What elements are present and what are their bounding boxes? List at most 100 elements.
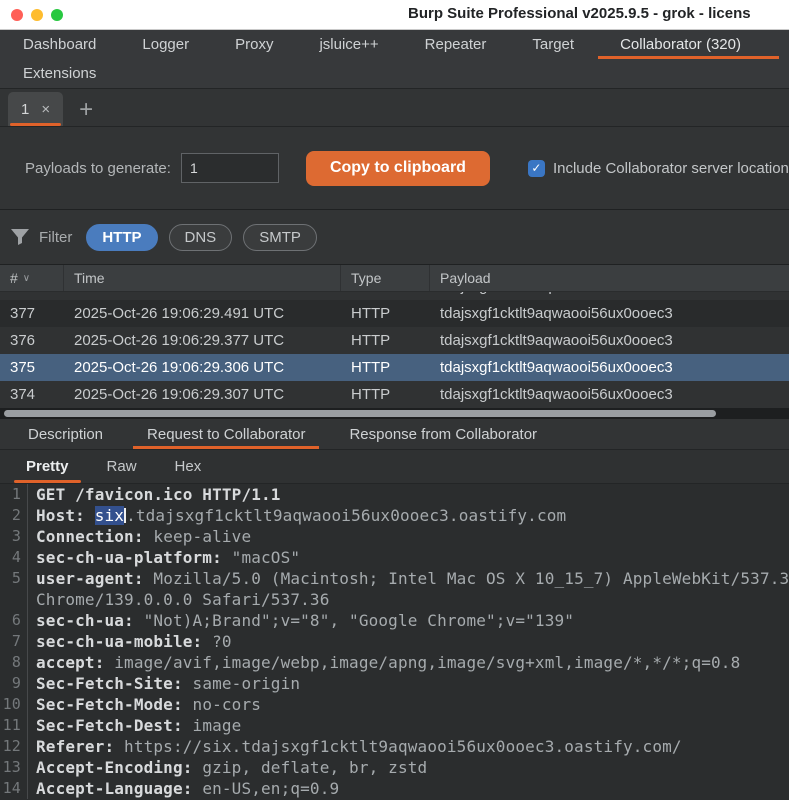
request-editor: 1GET /favicon.ico HTTP/1.12Host: six.tda… (0, 484, 789, 800)
cell-type: HTTP (341, 386, 430, 403)
nav-tab-collaborator-320[interactable]: Collaborator (320) (606, 30, 755, 59)
editor-line: 1GET /favicon.ico HTTP/1.1 (0, 484, 789, 505)
editor-line: 14Accept-Language: en-US,en;q=0.9 (0, 778, 789, 799)
filter-funnel-icon (10, 228, 30, 246)
editor-lines: 1GET /favicon.ico HTTP/1.12Host: six.tda… (0, 484, 789, 799)
filter-pill-dns[interactable]: DNS (169, 224, 233, 251)
editor-line: 11Sec-Fetch-Dest: image (0, 715, 789, 736)
nav-tab-target[interactable]: Target (518, 30, 588, 59)
tab-description[interactable]: Description (14, 419, 117, 449)
code-text[interactable]: user-agent: Mozilla/5.0 (Macintosh; Inte… (28, 568, 789, 589)
line-number: 4 (0, 547, 28, 568)
table-header: # ∨ Time Type Payload (0, 265, 789, 292)
editor-line: 13Accept-Encoding: gzip, deflate, br, zs… (0, 757, 789, 778)
nav-tab-dashboard[interactable]: Dashboard (9, 30, 110, 59)
table-row[interactable]: 3752025-Oct-26 19:06:29.306 UTCHTTPtdajs… (0, 354, 789, 381)
tab-response-from-collaborator[interactable]: Response from Collaborator (335, 419, 551, 449)
line-number: 11 (0, 715, 28, 736)
column-header-number[interactable]: # ∨ (0, 265, 64, 291)
horizontal-scrollbar[interactable] (0, 408, 789, 419)
scrollbar-thumb[interactable] (4, 410, 716, 417)
sort-descending-icon: ∨ (23, 273, 30, 284)
code-text[interactable]: sec-ch-ua: "Not)A;Brand";v="8", "Google … (28, 610, 789, 631)
code-text[interactable]: Accept-Encoding: gzip, deflate, br, zstd (28, 757, 789, 778)
line-number: 2 (0, 505, 28, 526)
include-location-label: Include Collaborator server location (553, 160, 789, 177)
line-number: 7 (0, 631, 28, 652)
view-tabs: Pretty Raw Hex (0, 450, 789, 484)
code-text[interactable]: Sec-Fetch-Dest: image (28, 715, 789, 736)
cell-time: 2025-Oct-26 19:06:29.377 UTC (64, 332, 341, 349)
nav-tab-extensions[interactable]: Extensions (9, 59, 110, 88)
viewtab-raw[interactable]: Raw (95, 450, 149, 483)
filter-pill-http[interactable]: HTTP (86, 224, 157, 251)
add-tab-button[interactable]: + (79, 100, 93, 120)
filter-pill-smtp[interactable]: SMTP (243, 224, 317, 251)
window-titlebar: Burp Suite Professional v2025.9.5 - grok… (0, 0, 789, 30)
code-text[interactable]: accept: image/avif,image/webp,image/apng… (28, 652, 789, 673)
nav-tab-proxy[interactable]: Proxy (221, 30, 287, 59)
code-text[interactable]: Chrome/139.0.0.0 Safari/537.36 (28, 589, 789, 610)
copy-to-clipboard-button[interactable]: Copy to clipboard (306, 151, 490, 186)
editor-line: 9Sec-Fetch-Site: same-origin (0, 673, 789, 694)
active-tab-underline (10, 123, 61, 126)
nav-tab-repeater[interactable]: Repeater (411, 30, 501, 59)
line-number: 3 (0, 526, 28, 547)
cell-num: 375 (0, 359, 64, 376)
code-text[interactable]: sec-ch-ua-mobile: ?0 (28, 631, 789, 652)
code-text[interactable]: Connection: keep-alive (28, 526, 789, 547)
table-row[interactable]: 3782025-Oct-26 19:06:29.491 UTCHTTPtdajs… (0, 292, 789, 300)
include-location-checkbox-group[interactable]: ✓ Include Collaborator server location (528, 160, 789, 177)
column-header-payload[interactable]: Payload (430, 265, 789, 291)
code-text[interactable]: Host: six.tdajsxgf1cktlt9aqwaooi56ux0ooe… (28, 505, 789, 526)
viewtab-hex[interactable]: Hex (163, 450, 214, 483)
nav-row-1: Dashboard Logger Proxy jsluice++ Repeater Tar… (0, 30, 789, 59)
table-row[interactable]: 3762025-Oct-26 19:06:29.377 UTCHTTPtdajs… (0, 327, 789, 354)
filter-pills: HTTP DNS SMTP (72, 224, 317, 251)
code-text[interactable]: Accept-Language: en-US,en;q=0.9 (28, 778, 789, 799)
checkbox-checked-icon[interactable]: ✓ (528, 160, 545, 177)
cell-type: HTTP (341, 292, 430, 295)
tab-request-to-collaborator[interactable]: Request to Collaborator (133, 419, 319, 449)
table-row[interactable]: 3772025-Oct-26 19:06:29.491 UTCHTTPtdajs… (0, 300, 789, 327)
editor-line: Chrome/139.0.0.0 Safari/537.36 (0, 589, 789, 610)
payload-count-input[interactable] (181, 153, 279, 183)
line-number (0, 589, 28, 610)
code-text[interactable]: Referer: https://six.tdajsxgf1cktlt9aqwa… (28, 736, 789, 757)
column-header-type[interactable]: Type (341, 265, 430, 291)
line-number: 10 (0, 694, 28, 715)
column-header-time[interactable]: Time (64, 265, 341, 291)
nav-tab-jsluice[interactable]: jsluice++ (305, 30, 392, 59)
close-window-icon[interactable] (11, 9, 23, 21)
minimize-window-icon[interactable] (31, 9, 43, 21)
viewtab-pretty[interactable]: Pretty (14, 450, 81, 483)
nav-tab-logger[interactable]: Logger (128, 30, 203, 59)
cell-payload: tdajsxgf1cktlt9aqwaooi56ux0ooec3 (430, 292, 789, 295)
editor-line: 2Host: six.tdajsxgf1cktlt9aqwaooi56ux0oo… (0, 505, 789, 526)
code-text[interactable]: Sec-Fetch-Mode: no-cors (28, 694, 789, 715)
line-number: 1 (0, 484, 28, 505)
line-number: 13 (0, 757, 28, 778)
detail-tabs: Description Request to Collaborator Respon… (0, 419, 789, 450)
cell-num: 376 (0, 332, 64, 349)
code-text[interactable]: Sec-Fetch-Site: same-origin (28, 673, 789, 694)
cell-payload: tdajsxgf1cktlt9aqwaooi56ux0ooec3 (430, 386, 789, 403)
session-tab-label: 1 (21, 101, 29, 118)
line-number: 12 (0, 736, 28, 757)
line-number: 9 (0, 673, 28, 694)
table-body: 3782025-Oct-26 19:06:29.491 UTCHTTPtdajs… (0, 292, 789, 408)
code-text[interactable]: sec-ch-ua-platform: "macOS" (28, 547, 789, 568)
close-tab-icon[interactable]: × (41, 101, 50, 118)
zoom-window-icon[interactable] (51, 9, 63, 21)
session-tabstrip: 1 × + (0, 89, 789, 127)
line-number: 14 (0, 778, 28, 799)
cell-type: HTTP (341, 305, 430, 322)
payloads-to-generate-label: Payloads to generate: (25, 160, 171, 177)
session-tab-1[interactable]: 1 × (8, 92, 63, 126)
line-number: 6 (0, 610, 28, 631)
code-text[interactable]: GET /favicon.ico HTTP/1.1 (28, 484, 789, 505)
cell-time: 2025-Oct-26 19:06:29.491 UTC (64, 305, 341, 322)
cell-time: 2025-Oct-26 19:06:29.307 UTC (64, 386, 341, 403)
table-row[interactable]: 3742025-Oct-26 19:06:29.307 UTCHTTPtdajs… (0, 381, 789, 408)
cell-num: 374 (0, 386, 64, 403)
